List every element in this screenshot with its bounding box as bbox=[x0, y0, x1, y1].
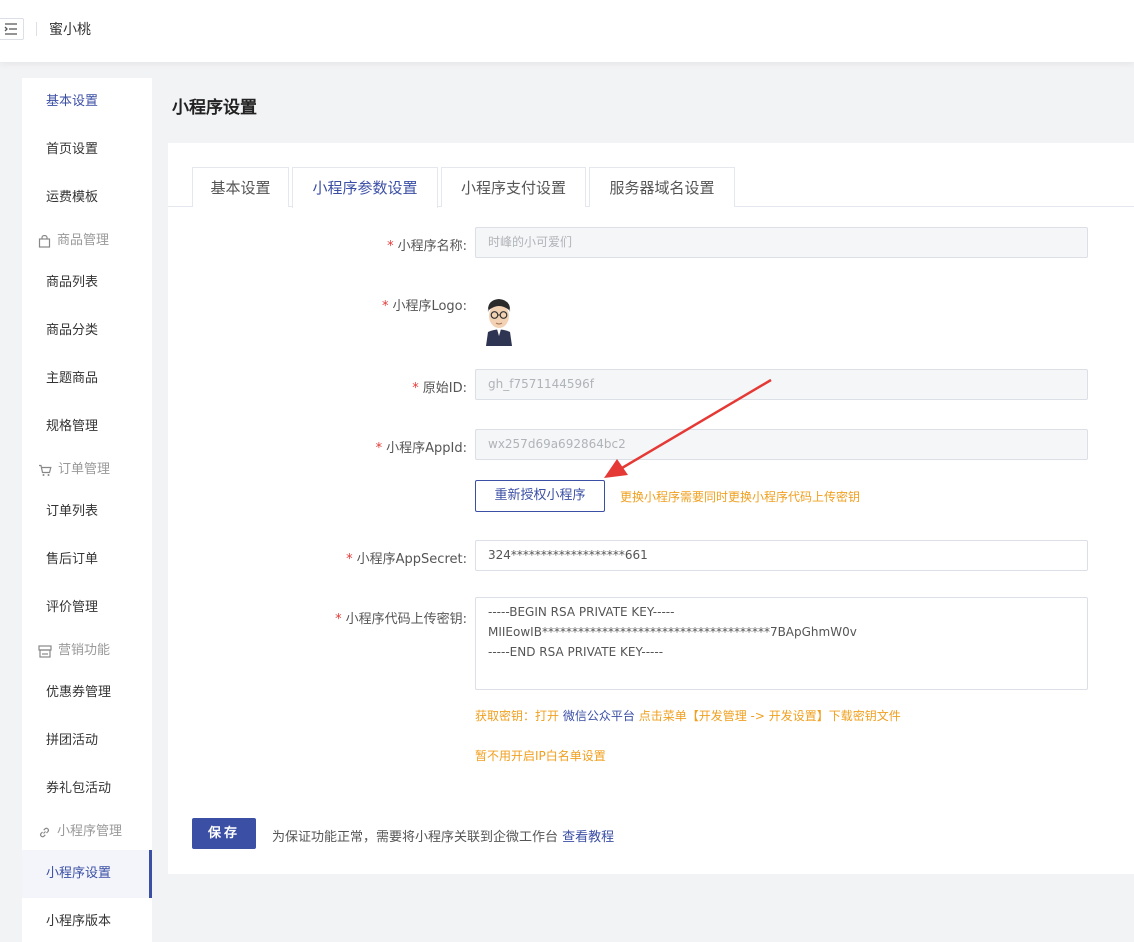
sidebar-item-reviews[interactable]: 评价管理 bbox=[22, 584, 152, 632]
name-label: * 小程序名称: bbox=[387, 239, 467, 254]
ip-whitelist-hint: 暂不用开启IP白名单设置 bbox=[475, 749, 606, 763]
sidebar-item-coupon-pack[interactable]: 券礼包活动 bbox=[22, 765, 152, 813]
top-bar: 蜜小桃 bbox=[0, 0, 1134, 62]
save-note: 为保证功能正常，需要将小程序关联到企微工作台 查看教程 bbox=[272, 830, 615, 845]
link-icon bbox=[40, 827, 49, 837]
upload-key-line: -----BEGIN RSA PRIVATE KEY----- bbox=[488, 605, 675, 619]
upload-key-label: * 小程序代码上传密钥: bbox=[335, 612, 467, 627]
app-name: 蜜小桃 bbox=[49, 22, 91, 38]
tab-server-domain[interactable]: 服务器域名设置 bbox=[589, 167, 735, 207]
sidebar-item-homepage-settings[interactable]: 首页设置 bbox=[22, 126, 152, 174]
sidebar-item-product-list[interactable]: 商品列表 bbox=[22, 259, 152, 307]
sidebar-item-coupons[interactable]: 优惠券管理 bbox=[22, 669, 152, 717]
sidebar-group-label: 商品管理 bbox=[57, 233, 110, 248]
menu-fold-icon[interactable] bbox=[0, 18, 24, 40]
logo-label: * 小程序Logo: bbox=[381, 299, 467, 314]
store-icon bbox=[38, 644, 52, 658]
appid-input[interactable]: wx257d69a692864bc2 bbox=[475, 429, 1088, 460]
sidebar-group-label: 订单管理 bbox=[58, 462, 111, 477]
wechat-platform-link[interactable]: 微信公众平台 bbox=[563, 709, 635, 723]
tab-miniprogram-payment[interactable]: 小程序支付设置 bbox=[441, 167, 586, 207]
original-id-label: * 原始ID: bbox=[412, 381, 467, 396]
sidebar-group-products: 商品管理 bbox=[22, 229, 152, 253]
view-tutorial-link[interactable]: 查看教程 bbox=[562, 830, 614, 845]
upload-key-line: MIIEowIB********************************… bbox=[488, 625, 857, 639]
upload-key-line: -----END RSA PRIVATE KEY----- bbox=[488, 645, 664, 659]
tab-basic-settings[interactable]: 基本设置 bbox=[192, 167, 289, 207]
shopping-bag-icon bbox=[38, 234, 51, 248]
sidebar-item-after-sales[interactable]: 售后订单 bbox=[22, 536, 152, 584]
key-hint: 获取密钥：打开 微信公众平台 点击菜单【开发管理 -> 开发设置】下载密钥文件 bbox=[475, 709, 901, 723]
appid-label: * 小程序AppId: bbox=[375, 441, 467, 456]
reauthorize-hint: 更换小程序需要同时更换小程序代码上传密钥 bbox=[620, 490, 861, 504]
sidebar-item-basic-settings[interactable]: 基本设置 bbox=[22, 78, 152, 126]
sidebar-group-marketing: 营销功能 bbox=[22, 639, 152, 663]
save-button[interactable]: 保存 bbox=[192, 818, 256, 849]
sidebar-item-spec-management[interactable]: 规格管理 bbox=[22, 403, 152, 451]
name-input[interactable]: 时峰的小可爱们 bbox=[475, 227, 1088, 258]
miniprogram-logo-avatar[interactable] bbox=[482, 296, 516, 346]
sidebar-group-miniprogram: 小程序管理 bbox=[22, 820, 152, 844]
sidebar-group-orders: 订单管理 bbox=[22, 458, 152, 482]
sidebar-item-theme-products[interactable]: 主题商品 bbox=[22, 355, 152, 403]
tab-miniprogram-params[interactable]: 小程序参数设置 bbox=[292, 167, 438, 208]
cart-icon bbox=[39, 464, 52, 476]
appsecret-label: * 小程序AppSecret: bbox=[346, 552, 467, 567]
sidebar-item-order-list[interactable]: 订单列表 bbox=[22, 488, 152, 536]
sidebar-item-product-category[interactable]: 商品分类 bbox=[22, 307, 152, 355]
sidebar-item-miniprogram-version[interactable]: 小程序版本 bbox=[22, 898, 152, 942]
reauthorize-button[interactable]: 重新授权小程序 bbox=[475, 480, 605, 512]
sidebar-group-label: 营销功能 bbox=[58, 643, 111, 658]
original-id-input[interactable]: gh_f7571144596f bbox=[475, 369, 1088, 400]
upload-key-textarea[interactable]: -----BEGIN RSA PRIVATE KEY----- MIIEowIB… bbox=[475, 597, 1088, 690]
sidebar-item-miniprogram-settings[interactable]: 小程序设置 bbox=[22, 850, 152, 898]
sidebar-item-shipping-template[interactable]: 运费模板 bbox=[22, 174, 152, 222]
sidebar-item-group-buy[interactable]: 拼团活动 bbox=[22, 717, 152, 765]
sidebar: 基本设置 首页设置 运费模板 商品管理 商品列表 商品分类 主题商品 规格管理 … bbox=[22, 78, 152, 942]
page-title: 小程序设置 bbox=[172, 98, 257, 118]
appsecret-input[interactable]: 324*******************661 bbox=[475, 540, 1088, 571]
divider bbox=[36, 22, 37, 36]
sidebar-group-label: 小程序管理 bbox=[57, 824, 123, 839]
